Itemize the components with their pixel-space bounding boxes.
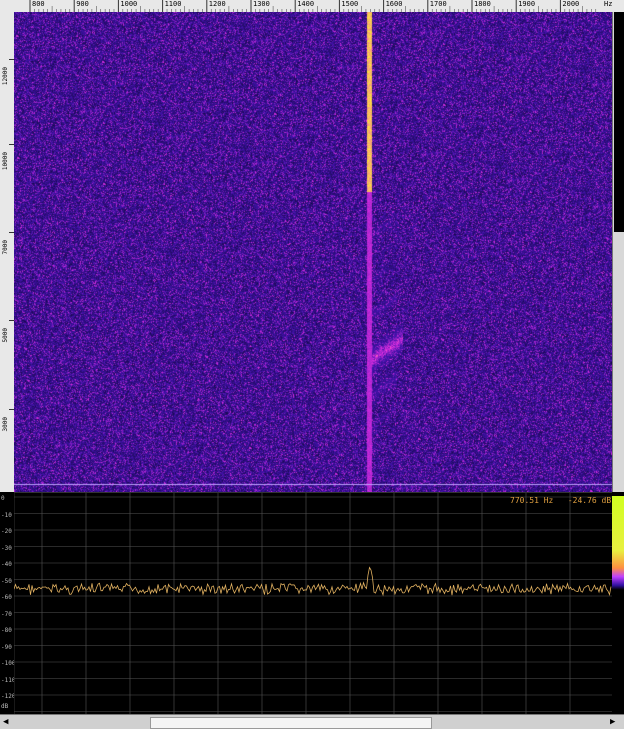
color-scale-svg [612, 496, 624, 714]
db-ruler: 0 -10 -20 -30 -40 -50 -60 -70 -80 -90 -100 -110 -120… [0, 492, 15, 714]
time-label: 7000 [2, 240, 9, 255]
frequency-label: 1400 [297, 0, 315, 8]
spectrum-analyzer-window: 800 900 1000 1100 1200 1300 1400 1500 1600 1700 18… [0, 0, 624, 729]
color-scale-bar [612, 492, 624, 714]
frequency-label: 2000 [562, 0, 580, 8]
horizontal-scrollbar[interactable]: ◀ ▶ [0, 714, 624, 729]
frequency-label: 1800 [474, 0, 491, 8]
frequency-label: 1700 [429, 0, 447, 8]
db-label: -60 [1, 594, 12, 601]
spectrum-svg[interactable] [13, 493, 612, 715]
db-label: -80 [1, 627, 12, 634]
db-label: 0 [1, 495, 5, 502]
db-label: -50 [1, 577, 12, 585]
time-label: 5000 [2, 328, 9, 343]
db-label: -10 [1, 511, 12, 519]
vertical-scrollbar-thumb[interactable] [614, 12, 624, 232]
frequency-label: 1600 [385, 0, 403, 8]
readout-level: -24.76 dB [567, 496, 612, 505]
frequency-label: 1900 [518, 0, 536, 8]
color-gradient [612, 496, 624, 714]
db-label: -40 [1, 561, 12, 568]
time-ruler: 12000 10000 7000 5000 3000 [0, 12, 15, 492]
scroll-left-icon[interactable]: ◀ [3, 717, 8, 727]
time-label: 3000 [2, 417, 9, 432]
waterfall-display[interactable] [14, 12, 612, 492]
frequency-label: 1500 [341, 0, 359, 8]
frequency-label: 900 [76, 0, 89, 8]
spectrum-plot[interactable] [13, 492, 612, 715]
scroll-right-icon[interactable]: ▶ [610, 717, 615, 727]
frequency-label: 800 [32, 0, 45, 8]
db-label: -90 [1, 643, 12, 651]
waterfall-canvas[interactable] [14, 12, 612, 492]
vertical-scrollbar[interactable] [612, 12, 624, 492]
time-label: 12000 [2, 67, 9, 86]
cursor-readout: 770.51 Hz -24.76 dB [510, 496, 611, 505]
db-label: -70 [1, 610, 12, 618]
time-label: 10000 [2, 152, 9, 171]
frequency-label: 1200 [208, 0, 226, 8]
readout-frequency: 770.51 Hz [510, 496, 554, 505]
db-unit-label: dB [1, 703, 9, 710]
horizontal-scrollbar-thumb[interactable] [150, 717, 432, 729]
spectrum-trace [13, 566, 612, 597]
db-label: -20 [1, 528, 12, 535]
db-label: -30 [1, 544, 12, 552]
frequency-label: 1000 [120, 0, 138, 8]
frequency-label: 1100 [164, 0, 182, 8]
frequency-label: 1300 [253, 0, 270, 8]
frequency-unit-label: Hz [604, 0, 613, 8]
